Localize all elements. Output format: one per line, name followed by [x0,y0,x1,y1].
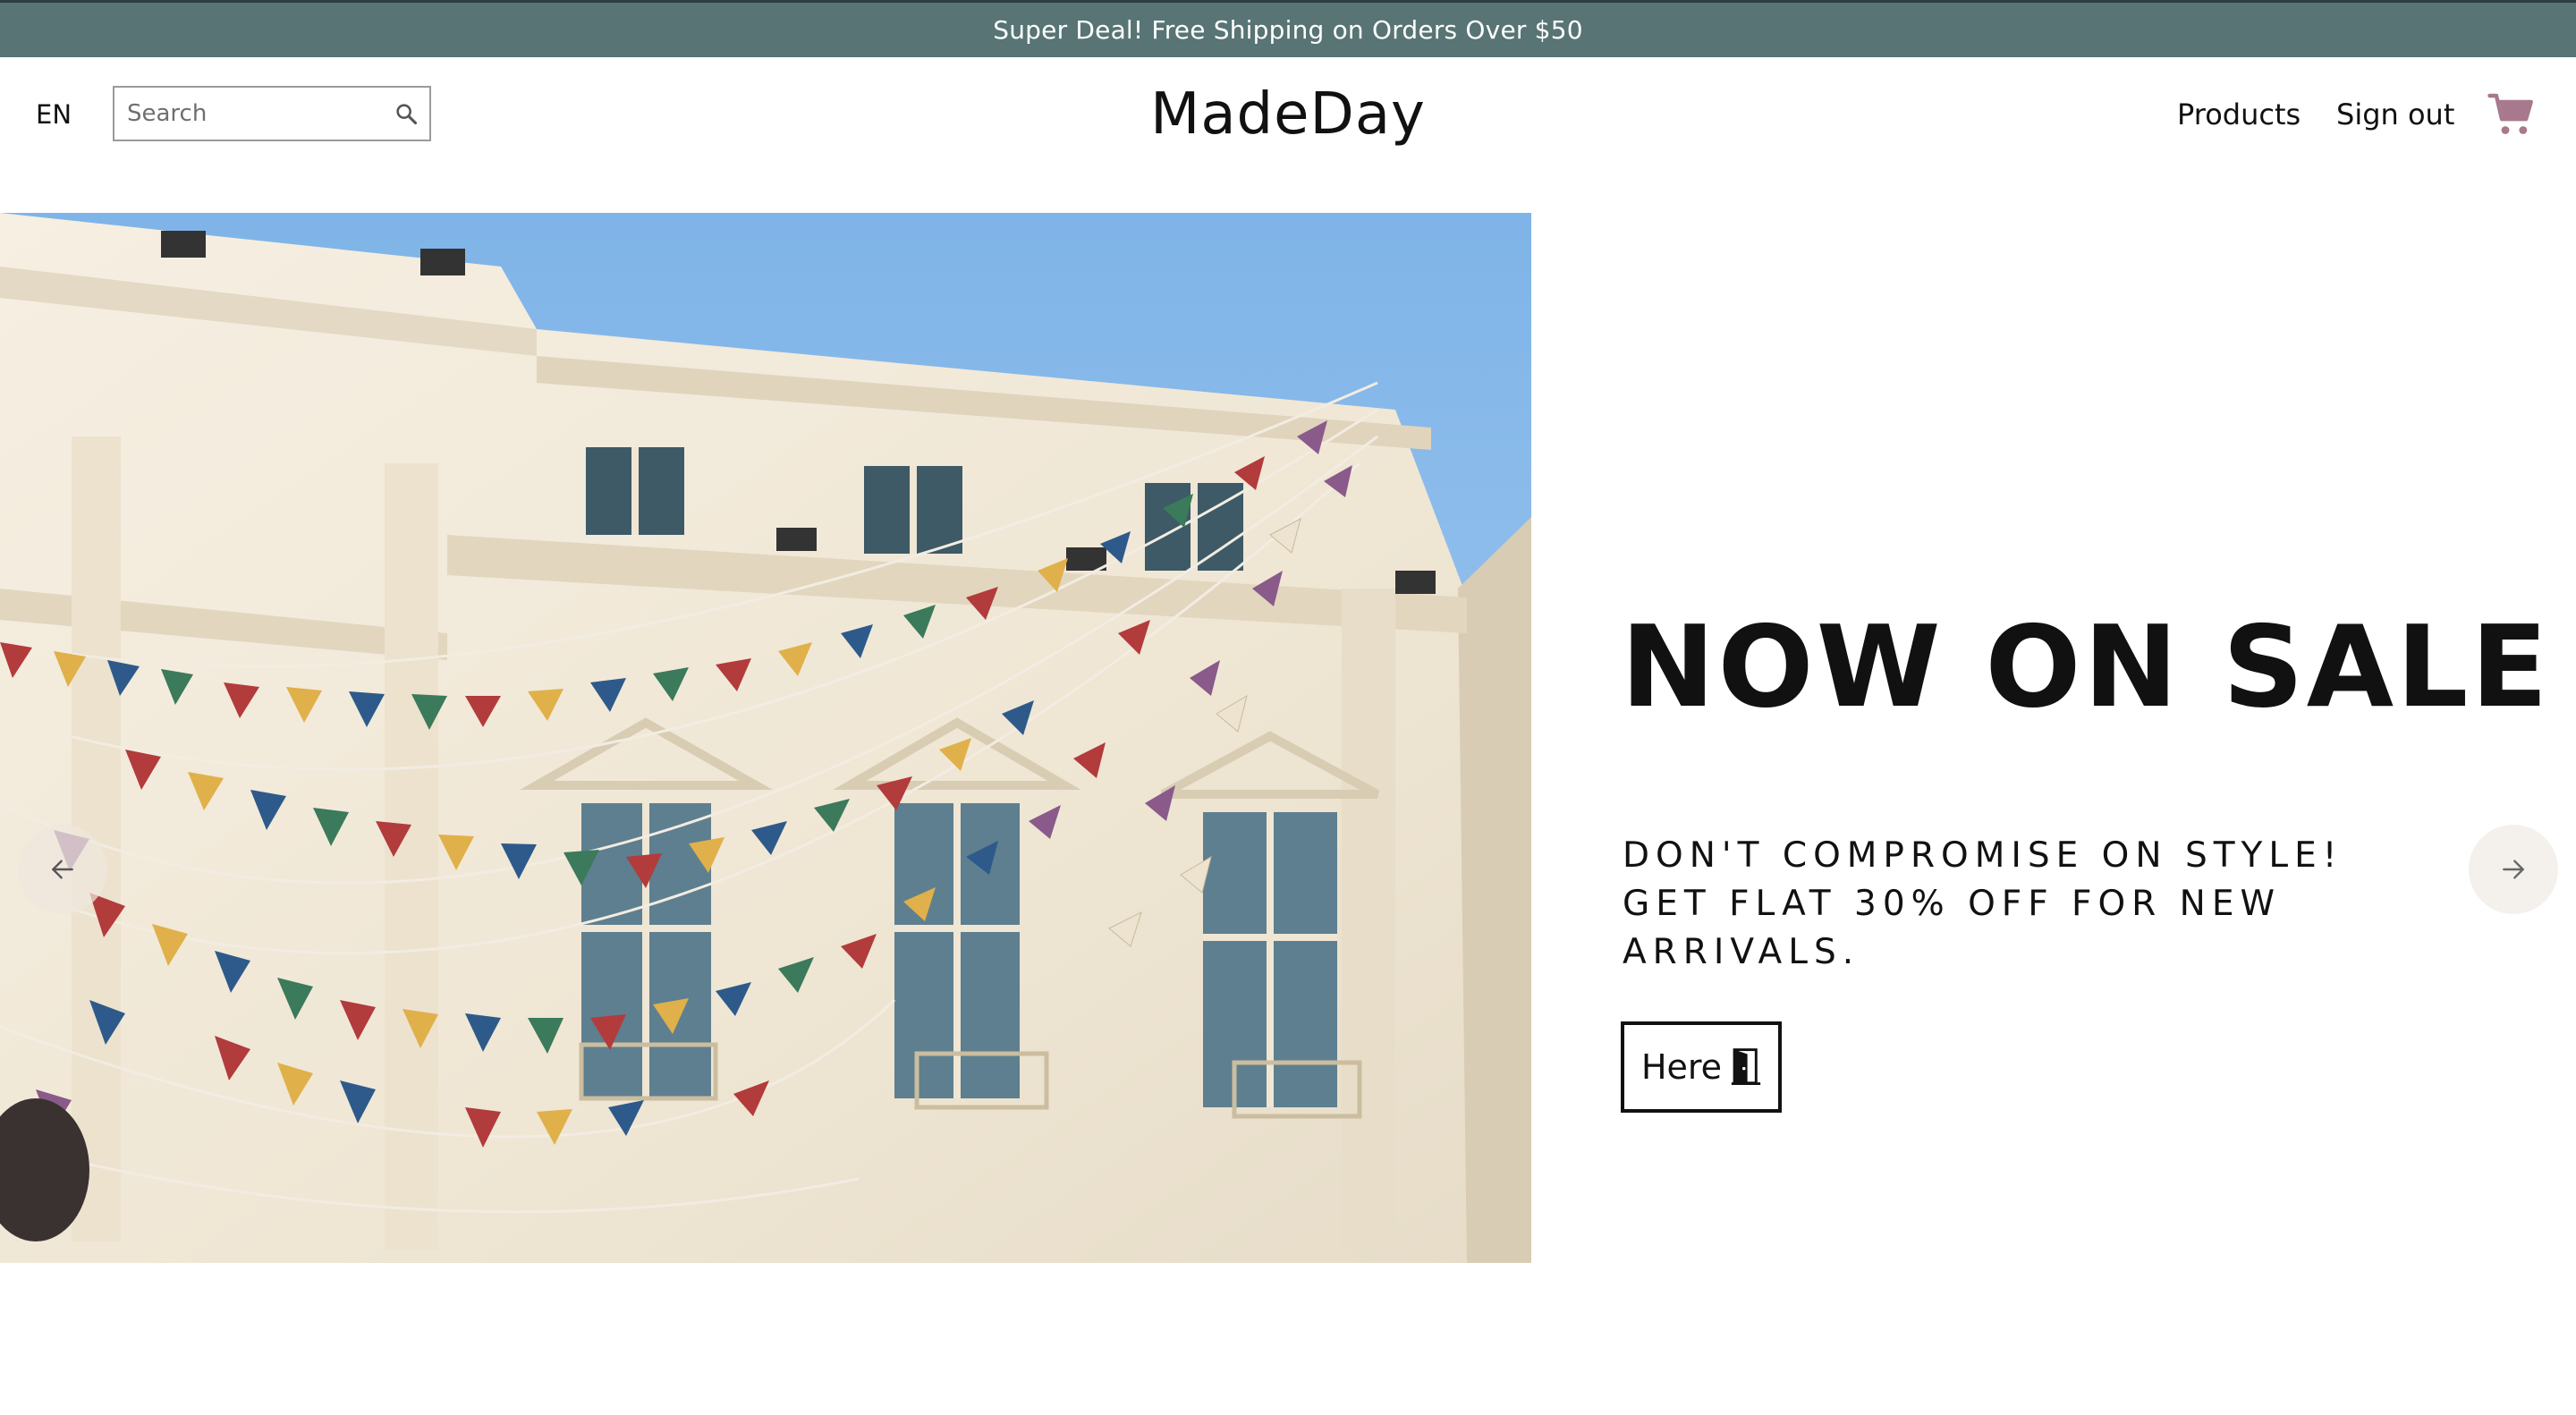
language-selector[interactable]: EN [36,97,72,132]
arrow-left-icon [52,860,73,879]
search-box [113,86,431,141]
here-button-label: Here [1640,1047,1723,1087]
nav-products-link[interactable]: Products [2177,91,2301,138]
announcement-text: Super Deal! Free Shipping on Orders Over… [993,15,1583,45]
here-button[interactable]: Here [1621,1021,1782,1113]
hero-title: NOW ON SALE [1621,601,2551,733]
brand-logo[interactable]: MadeDay [1109,75,1467,154]
nav-signout-link[interactable]: Sign out [2336,91,2454,138]
carousel-prev-button[interactable] [18,825,107,914]
arrow-right-icon [2503,860,2524,879]
carousel-next-button[interactable] [2469,825,2558,914]
announcement-bar: Super Deal! Free Shipping on Orders Over… [0,0,2576,57]
hero-image [0,213,1531,1263]
hero-subtitle: DON'T COMPROMISE ON STYLE! GET FLAT 30% … [1623,835,2343,972]
building-with-bunting-photo [0,213,1531,1263]
door-icon [1731,1048,1761,1086]
navbar: EN MadeDay Products Sign out [0,57,2576,172]
shopping-cart-icon[interactable] [2487,89,2537,140]
search-icon[interactable] [394,101,419,126]
search-input[interactable] [114,88,383,140]
